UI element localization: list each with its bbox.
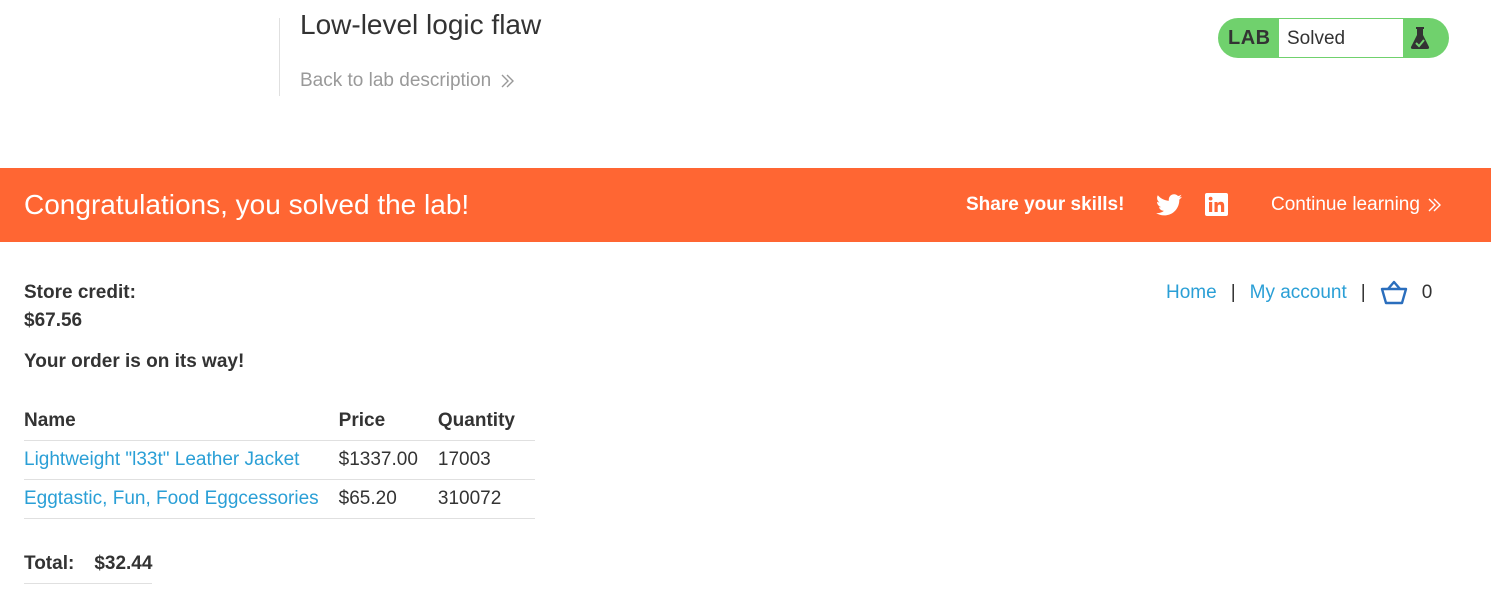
product-quantity: 17003 xyxy=(437,440,535,480)
order-total: Total: $32.44 xyxy=(24,553,153,584)
lab-status-box: Solved xyxy=(1279,19,1403,57)
store-credit-value: $67.56 xyxy=(24,310,83,331)
order-confirmation-message: Your order is on its way! xyxy=(24,351,245,372)
store-credit-label: Store credit: xyxy=(24,282,136,303)
back-link-label: Back to lab description xyxy=(300,70,492,91)
my-account-link[interactable]: My account xyxy=(1250,282,1347,304)
product-link[interactable]: Eggtastic, Fun, Food Eggcessories xyxy=(24,479,339,519)
product-quantity: 310072 xyxy=(437,479,535,519)
product-price: $65.20 xyxy=(338,479,438,519)
total-value: $32.44 xyxy=(94,553,153,574)
top-navigation: Home | My account | 0 xyxy=(1166,280,1432,306)
basket-icon[interactable] xyxy=(1380,280,1408,306)
table-header-row: Name Price Quantity xyxy=(24,402,535,441)
header-divider xyxy=(279,18,280,96)
table-row: Eggtastic, Fun, Food Eggcessories $65.20… xyxy=(24,479,535,519)
double-chevron-right-icon xyxy=(501,74,515,88)
column-header-name: Name xyxy=(24,402,339,441)
double-chevron-right-icon xyxy=(1428,198,1441,212)
lab-status-badge: LAB Solved xyxy=(1218,18,1449,58)
twitter-icon[interactable] xyxy=(1156,193,1182,217)
lab-badge-label: LAB xyxy=(1228,27,1271,49)
linkedin-icon[interactable] xyxy=(1205,193,1228,216)
product-price: $1337.00 xyxy=(338,440,438,480)
product-link[interactable]: Lightweight "l33t" Leather Jacket xyxy=(24,440,339,480)
total-label: Total: xyxy=(24,553,75,574)
share-skills-label: Share your skills! xyxy=(966,194,1125,215)
lab-header: Low-level logic flaw Back to lab descrip… xyxy=(0,0,1491,168)
home-link[interactable]: Home xyxy=(1166,282,1217,304)
continue-learning-label: Continue learning xyxy=(1271,194,1420,215)
order-table: Name Price Quantity Lightweight "l33t" L… xyxy=(24,402,535,519)
lab-status-text: Solved xyxy=(1287,28,1346,49)
column-header-price: Price xyxy=(338,402,438,441)
table-row: Lightweight "l33t" Leather Jacket $1337.… xyxy=(24,440,535,480)
lab-title: Low-level logic flaw xyxy=(300,9,542,40)
back-to-description-link[interactable]: Back to lab description xyxy=(300,70,515,92)
nav-separator: | xyxy=(1360,282,1366,303)
flask-icon xyxy=(1410,27,1430,49)
column-header-quantity: Quantity xyxy=(437,402,535,441)
congratulations-message: Congratulations, you solved the lab! xyxy=(24,189,470,220)
nav-separator: | xyxy=(1230,282,1236,303)
solved-banner: Congratulations, you solved the lab! Sha… xyxy=(0,168,1491,242)
continue-learning-link[interactable]: Continue learning xyxy=(1271,194,1442,216)
cart-count: 0 xyxy=(1421,282,1433,303)
